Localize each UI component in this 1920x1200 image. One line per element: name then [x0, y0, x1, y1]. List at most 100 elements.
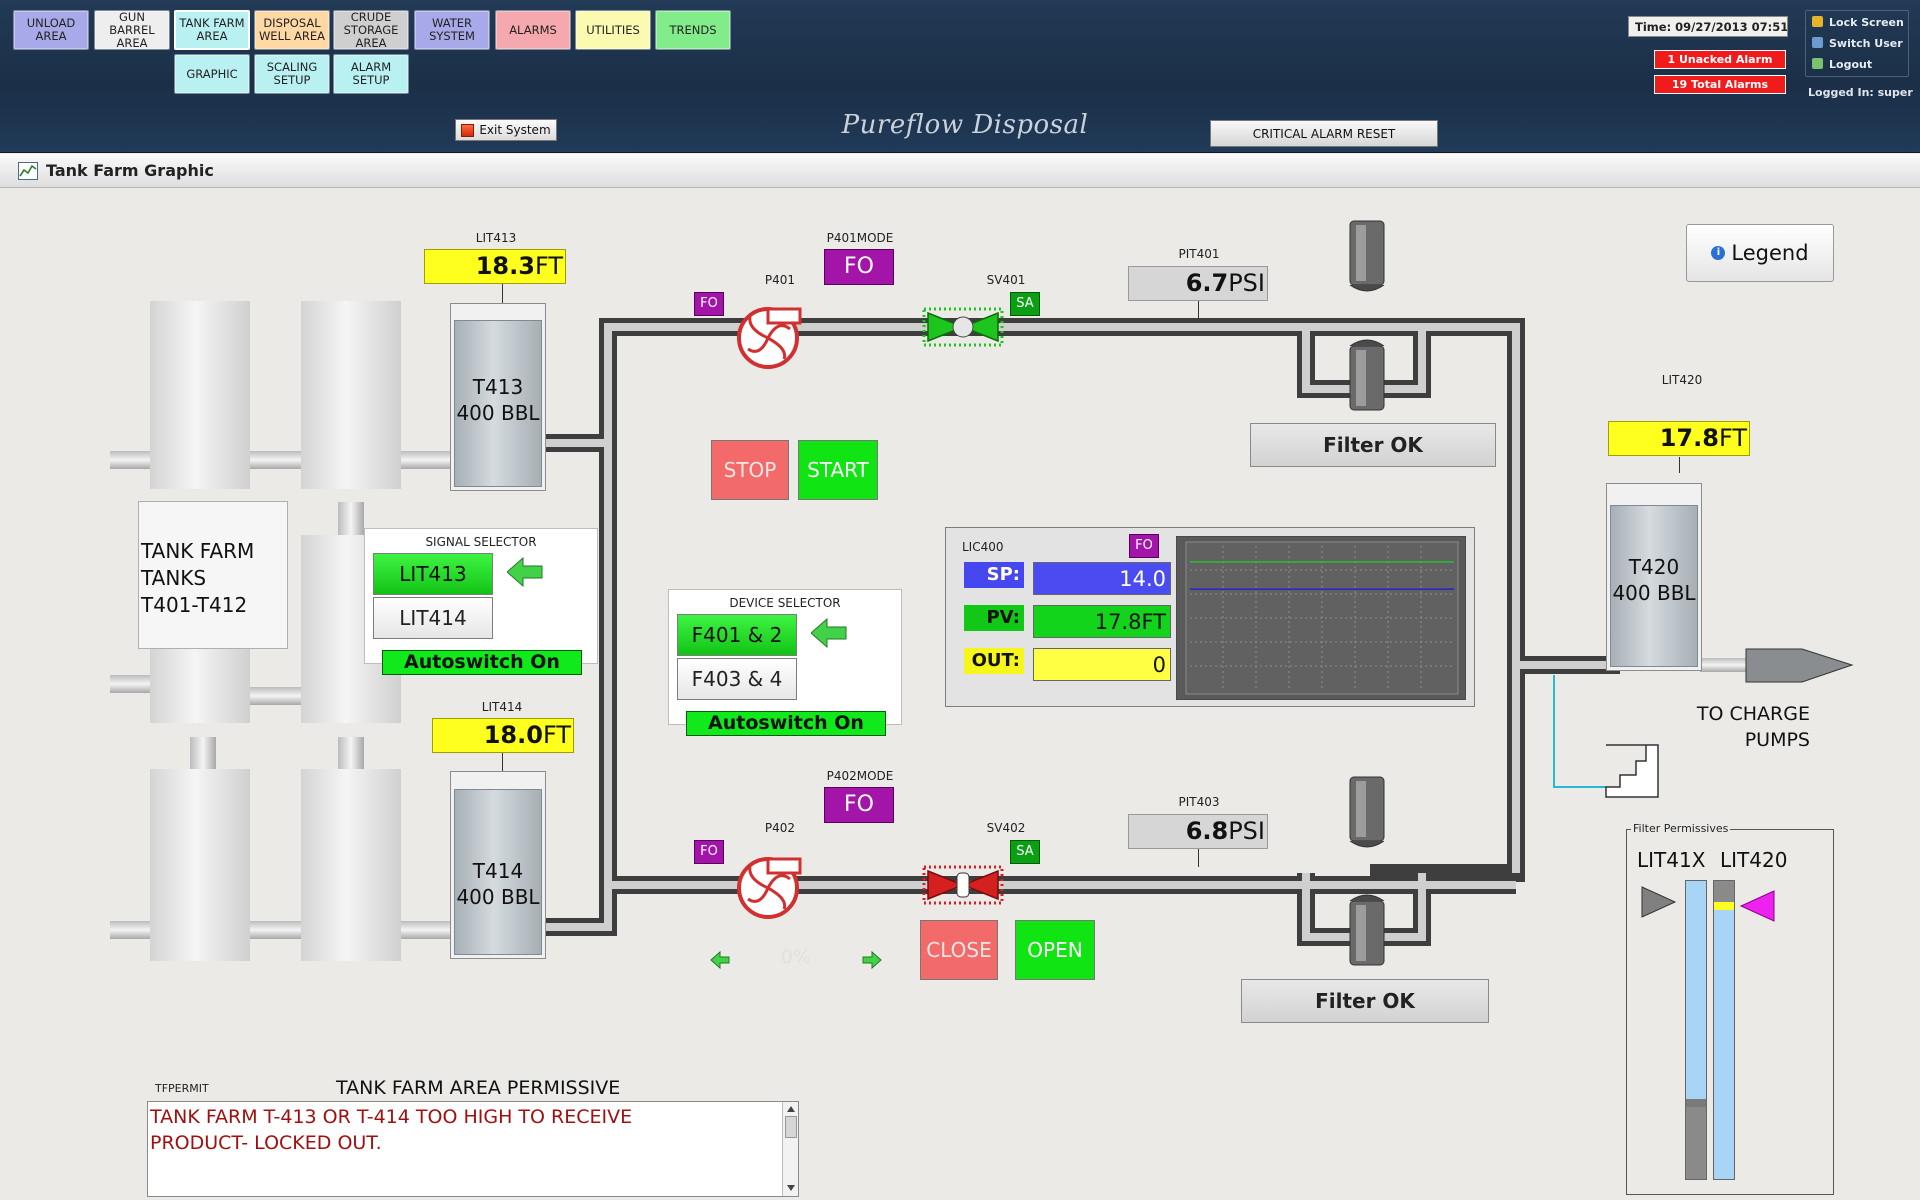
lic400-fo-badge[interactable]: FO [1129, 534, 1159, 558]
tank-shape [301, 769, 401, 961]
switch-user-button[interactable]: Switch User [1812, 37, 1903, 50]
permissive-message-box: TANK FARM T-413 OR T-414 TOO HIGH TO REC… [147, 1101, 799, 1197]
increase-arrow-icon[interactable] [862, 950, 882, 970]
discharge-pipe [1700, 658, 1746, 672]
tank-t414-capacity: 400 BBL [456, 885, 540, 909]
nav-button-water-system[interactable]: WATER SYSTEM [414, 10, 490, 50]
nav-button-tank-farm-area[interactable]: TANK FARM AREA [174, 10, 250, 50]
stub-pipe [400, 921, 450, 939]
unacked-alarm-badge[interactable]: 1 Unacked Alarm [1654, 50, 1786, 69]
lock-screen-button[interactable]: Lock Screen [1812, 16, 1904, 29]
logged-in-user: Logged In: super [1808, 86, 1913, 99]
pump-stop-button[interactable]: STOP [711, 440, 789, 500]
pit401-value: 6.7 [1185, 269, 1229, 297]
lit413-value-display[interactable]: 18.3FT [424, 249, 566, 284]
nav-button-trends[interactable]: TRENDS [655, 10, 731, 50]
output-value[interactable]: 0 [1033, 648, 1171, 681]
lit414-unit: FT [542, 721, 571, 749]
valve-sv401[interactable] [924, 309, 1002, 345]
valve-close-button[interactable]: CLOSE [920, 920, 998, 980]
signal-option-lit413[interactable]: LIT413 [373, 553, 493, 595]
valve-sv402[interactable] [924, 867, 1002, 903]
setpoint-value[interactable]: 14.0 [1033, 562, 1171, 595]
pit403-value-display[interactable]: 6.8PSI [1128, 814, 1268, 849]
valve-open-button[interactable]: OPEN [1015, 920, 1095, 980]
nav-button-gun-barrel-area[interactable]: GUN BARREL AREA [94, 10, 170, 50]
filter-status-top: Filter OK [1250, 423, 1496, 467]
nav-button-graphic[interactable]: GRAPHIC [174, 54, 250, 94]
logout-button[interactable]: Logout [1812, 58, 1872, 71]
tank-t420-name: T420 [1628, 555, 1680, 579]
p401-fo-badge[interactable]: FO [694, 292, 724, 316]
total-alarms-badge[interactable]: 19 Total Alarms [1654, 75, 1786, 94]
lic400-trend-chart[interactable] [1176, 536, 1466, 700]
p402-fo-badge[interactable]: FO [694, 840, 724, 864]
tank-shape [301, 301, 401, 489]
permissive-scrollbar[interactable] [782, 1102, 798, 1196]
nav-button-crude-storage-area[interactable]: CRUDE STORAGE AREA [333, 10, 409, 50]
nav-button-scaling-setup[interactable]: SCALING SETUP [254, 54, 330, 94]
pv-label: PV: [964, 605, 1024, 631]
lit420-unit: FT [1718, 424, 1747, 452]
sv401-sa-badge[interactable]: SA [1010, 292, 1040, 316]
lit414-value-display[interactable]: 18.0FT [432, 718, 574, 753]
pump-p401[interactable] [736, 304, 800, 368]
signal-autoswitch-status[interactable]: Autoswitch On [382, 650, 582, 675]
tank-shape [150, 301, 250, 489]
nav-button-disposal-well-area[interactable]: DISPOSAL WELL AREA [254, 10, 330, 50]
stub-pipe [400, 451, 450, 469]
device-option-f401-2[interactable]: F401 & 2 [677, 614, 797, 656]
exit-icon [461, 123, 475, 137]
pump-p402[interactable] [736, 854, 800, 918]
permissive-tag: TFPERMIT [155, 1082, 209, 1095]
tank-shape [150, 769, 250, 961]
pump-start-button[interactable]: START [798, 440, 878, 500]
lit420-level-bar [1713, 880, 1735, 1180]
step-symbol [1605, 744, 1659, 798]
p402-mode-button[interactable]: FO [824, 787, 894, 823]
scroll-up-icon[interactable] [785, 1103, 797, 1115]
lit420-value-display[interactable]: 17.8FT [1608, 421, 1750, 456]
nav-button-alarm-setup[interactable]: ALARM SETUP [333, 54, 409, 94]
exit-system-label: Exit System [479, 123, 551, 137]
p401-mode-button[interactable]: FO [824, 249, 894, 285]
user-icon [1812, 37, 1823, 48]
selected-arrow-icon [811, 618, 847, 648]
tank-t420-capacity: 400 BBL [1612, 581, 1696, 605]
critical-alarm-reset-button[interactable]: CRITICAL ALARM RESET [1210, 120, 1438, 147]
lit420-value: 17.8 [1659, 424, 1719, 452]
filter-status-bottom: Filter OK [1241, 979, 1489, 1023]
nav-button-alarms[interactable]: ALARMS [495, 10, 571, 50]
signal-selector-panel: SIGNAL SELECTOR LIT413 LIT414 Autoswitch… [364, 528, 598, 675]
p401-tag: P401 [764, 273, 796, 287]
scroll-down-icon[interactable] [785, 1182, 797, 1194]
stub-pipe [190, 737, 216, 773]
tank-t413[interactable]: T413 400 BBL [450, 303, 546, 491]
lit413-value: 18.3 [475, 252, 535, 280]
switch-user-label: Switch User [1829, 37, 1903, 50]
permissive-title: TANK FARM AREA PERMISSIVE [336, 1077, 621, 1099]
scroll-thumb[interactable] [785, 1116, 797, 1138]
lit413-tag: LIT413 [475, 231, 517, 245]
exit-system-button[interactable]: Exit System [455, 119, 557, 141]
device-selector-panel: DEVICE SELECTOR F401 & 2 F403 & 4 Autosw… [668, 589, 902, 736]
tank-farm-label-box: TANK FARM TANKS T401-T412 [138, 501, 288, 649]
page-title: Tank Farm Graphic [46, 161, 214, 180]
decrease-arrow-icon[interactable] [710, 950, 730, 970]
logout-icon [1812, 58, 1823, 69]
tank-t414-name: T414 [472, 859, 524, 883]
lock-icon [1812, 16, 1823, 27]
nav-button-utilities[interactable]: UTILITIES [575, 10, 651, 50]
nav-button-unload-area[interactable]: UNLOAD AREA [13, 10, 89, 50]
out-label: OUT: [964, 648, 1024, 674]
device-autoswitch-status[interactable]: Autoswitch On [686, 711, 886, 736]
legend-button[interactable]: i Legend [1686, 224, 1834, 282]
lit414-value: 18.0 [483, 721, 543, 749]
sv402-sa-badge[interactable]: SA [1010, 840, 1040, 864]
pit401-value-display[interactable]: 6.7PSI [1128, 266, 1268, 301]
signal-option-lit414[interactable]: LIT414 [373, 597, 493, 639]
device-option-f403-4[interactable]: F403 & 4 [677, 658, 797, 700]
tank-t414[interactable]: T414 400 BBL [450, 771, 546, 959]
tank-t420[interactable]: T420 400 BBL [1606, 483, 1702, 671]
to-charge-pumps-label: TO CHARGE PUMPS [1696, 703, 1810, 751]
